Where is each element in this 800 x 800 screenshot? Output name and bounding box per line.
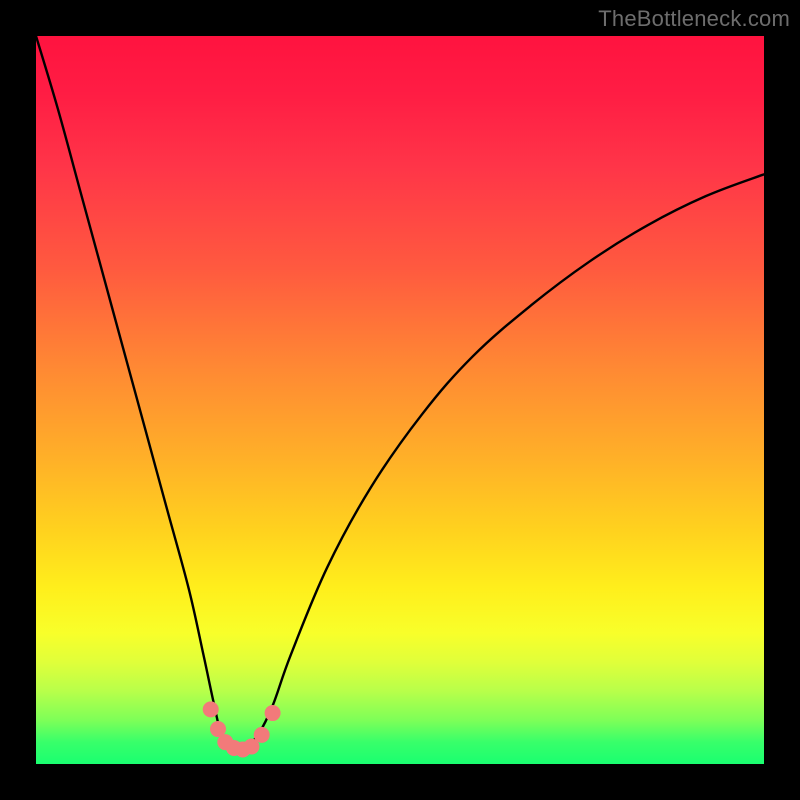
trough-marker (254, 727, 270, 743)
trough-marker (265, 705, 281, 721)
plot-area (36, 36, 764, 764)
bottleneck-curve (36, 36, 764, 751)
trough-marker (203, 701, 219, 717)
watermark-text: TheBottleneck.com (598, 6, 790, 32)
chart-svg (36, 36, 764, 764)
chart-frame: TheBottleneck.com (0, 0, 800, 800)
trough-markers (203, 701, 281, 757)
